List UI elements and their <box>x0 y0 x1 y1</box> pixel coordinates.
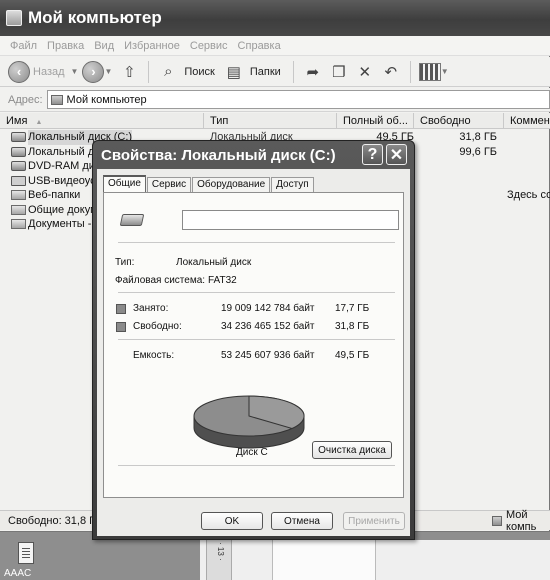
divider <box>118 339 395 340</box>
capacity-bytes: 53 245 607 936 байт <box>221 350 315 361</box>
used-gb: 17,7 ГБ <box>335 303 370 314</box>
views-dropdown-icon[interactable]: ▼ <box>441 67 449 76</box>
menu-help[interactable]: Справка <box>238 40 281 52</box>
hard-disk-icon <box>119 214 145 226</box>
tab-tools[interactable]: Сервис <box>146 177 192 193</box>
tab-sharing[interactable]: Доступ <box>271 177 314 193</box>
apply-button[interactable]: Применить <box>343 512 405 530</box>
explorer-title: Мой компьютер <box>28 8 162 27</box>
menu-view[interactable]: Вид <box>94 40 114 52</box>
column-free[interactable]: Свободно <box>414 113 504 128</box>
divider <box>118 292 395 293</box>
folders-icon[interactable]: ▤ <box>225 63 243 81</box>
document-icon[interactable] <box>18 542 34 564</box>
capacity-gb: 49,5 ГБ <box>335 350 370 361</box>
explorer-title-bar[interactable]: Мой компьютер <box>0 0 550 36</box>
web-folders-icon <box>11 190 26 200</box>
back-dropdown-icon[interactable]: ▼ <box>71 67 79 76</box>
document-page <box>272 540 376 580</box>
disk-label: Диск С <box>236 447 268 458</box>
used-label: Занято: <box>133 303 169 314</box>
address-field[interactable]: Мой компьютер <box>46 90 550 109</box>
column-type[interactable]: Тип <box>204 113 337 128</box>
cancel-button[interactable]: Отмена <box>271 512 333 530</box>
volume-label-input[interactable] <box>182 210 399 230</box>
ok-button[interactable]: OK <box>201 512 263 530</box>
back-arrow-icon[interactable]: ‹ <box>8 60 30 83</box>
disk-usage-pie <box>193 395 305 449</box>
address-value: Мой компьютер <box>66 93 147 106</box>
dvd-drive-icon <box>11 161 26 171</box>
usb-camera-icon <box>11 175 26 186</box>
tab-hardware[interactable]: Оборудование <box>192 177 271 193</box>
address-label: Адрес: <box>8 93 43 106</box>
free-bytes: 34 236 465 152 байт <box>221 321 315 332</box>
free-space-swatch <box>116 322 126 332</box>
toolbar: ‹ Назад ▼ › ▼ ⇧ ⌕ Поиск ▤ Папки ➦ ❐ ✕ ↶ … <box>0 57 550 87</box>
my-computer-icon <box>6 10 22 26</box>
delete-icon[interactable]: ✕ <box>356 63 374 81</box>
column-name[interactable]: Имя ▲ <box>0 113 204 128</box>
tab-strip: Общие Сервис Оборудование Доступ <box>103 175 315 193</box>
status-location: Мой компь <box>506 508 537 533</box>
toolbar-separator <box>148 60 150 83</box>
type-value: Локальный диск <box>176 257 252 268</box>
my-computer-icon <box>492 515 503 526</box>
disk-cleanup-button[interactable]: Очистка диска <box>312 441 392 459</box>
toolbar-separator <box>292 60 294 83</box>
menu-favorites[interactable]: Избранное <box>124 40 180 52</box>
column-comment[interactable]: Коммен <box>504 113 550 128</box>
fs-value: FAT32 <box>208 275 237 286</box>
general-tab-panel: Тип: Локальный диск Файловая система: FA… <box>103 192 404 498</box>
divider <box>118 242 395 243</box>
menu-tools[interactable]: Сервис <box>190 40 228 52</box>
fs-label: Файловая система: <box>115 275 206 286</box>
help-button[interactable]: ? <box>362 144 383 165</box>
dialog-title-bar[interactable]: Свойства: Локальный диск (С:) ? ✕ <box>97 141 410 169</box>
up-folder-icon[interactable]: ⇧ <box>120 63 138 81</box>
move-to-icon[interactable]: ➦ <box>304 63 322 81</box>
back-button-label[interactable]: Назад <box>33 66 65 78</box>
capacity-label: Емкость: <box>133 350 175 361</box>
forward-dropdown-icon[interactable]: ▼ <box>104 67 112 76</box>
type-label: Тип: <box>115 257 135 268</box>
forward-arrow-icon[interactable]: › <box>82 60 105 83</box>
hard-disk-icon <box>11 146 26 157</box>
toolbar-separator <box>409 60 411 83</box>
search-icon[interactable]: ⌕ <box>159 63 177 80</box>
close-icon[interactable]: ✕ <box>386 144 407 165</box>
address-bar: Адрес: Мой компьютер <box>0 88 550 112</box>
properties-dialog: Свойства: Локальный диск (С:) ? ✕ Общие … <box>92 140 415 540</box>
shared-folder-icon <box>11 204 26 215</box>
search-button-label[interactable]: Поиск <box>184 66 214 78</box>
used-space-swatch <box>116 304 126 314</box>
views-icon[interactable] <box>418 62 441 81</box>
dialog-body: Общие Сервис Оборудование Доступ Тип: Ло… <box>97 169 410 536</box>
document-ruler: · 13 · <box>206 540 232 580</box>
tab-general[interactable]: Общие <box>103 175 146 193</box>
menu-file[interactable]: Файл <box>10 40 37 52</box>
column-total[interactable]: Полный об... <box>337 113 414 128</box>
status-free-space: Свободно: 31,8 ГБ <box>8 514 103 527</box>
divider <box>118 465 395 466</box>
menu-bar: Файл Правка Вид Избранное Сервис Справка <box>0 36 550 56</box>
list-header: Имя ▲ Тип Полный об... Свободно Коммен <box>0 113 550 129</box>
copy-to-icon[interactable]: ❐ <box>330 63 348 81</box>
desktop-icon-label[interactable]: AAAC <box>4 568 31 579</box>
my-computer-icon <box>50 94 63 105</box>
sort-ascending-icon: ▲ <box>35 119 43 126</box>
folders-button-label[interactable]: Папки <box>250 66 281 78</box>
undo-icon[interactable]: ↶ <box>382 63 400 81</box>
documents-folder-icon <box>11 219 26 229</box>
used-bytes: 19 009 142 784 байт <box>221 303 315 314</box>
menu-edit[interactable]: Правка <box>47 40 84 52</box>
free-label: Свободно: <box>133 321 182 332</box>
free-gb: 31,8 ГБ <box>335 321 370 332</box>
dialog-title: Свойства: Локальный диск (С:) <box>101 146 336 164</box>
hard-disk-icon <box>11 132 26 142</box>
